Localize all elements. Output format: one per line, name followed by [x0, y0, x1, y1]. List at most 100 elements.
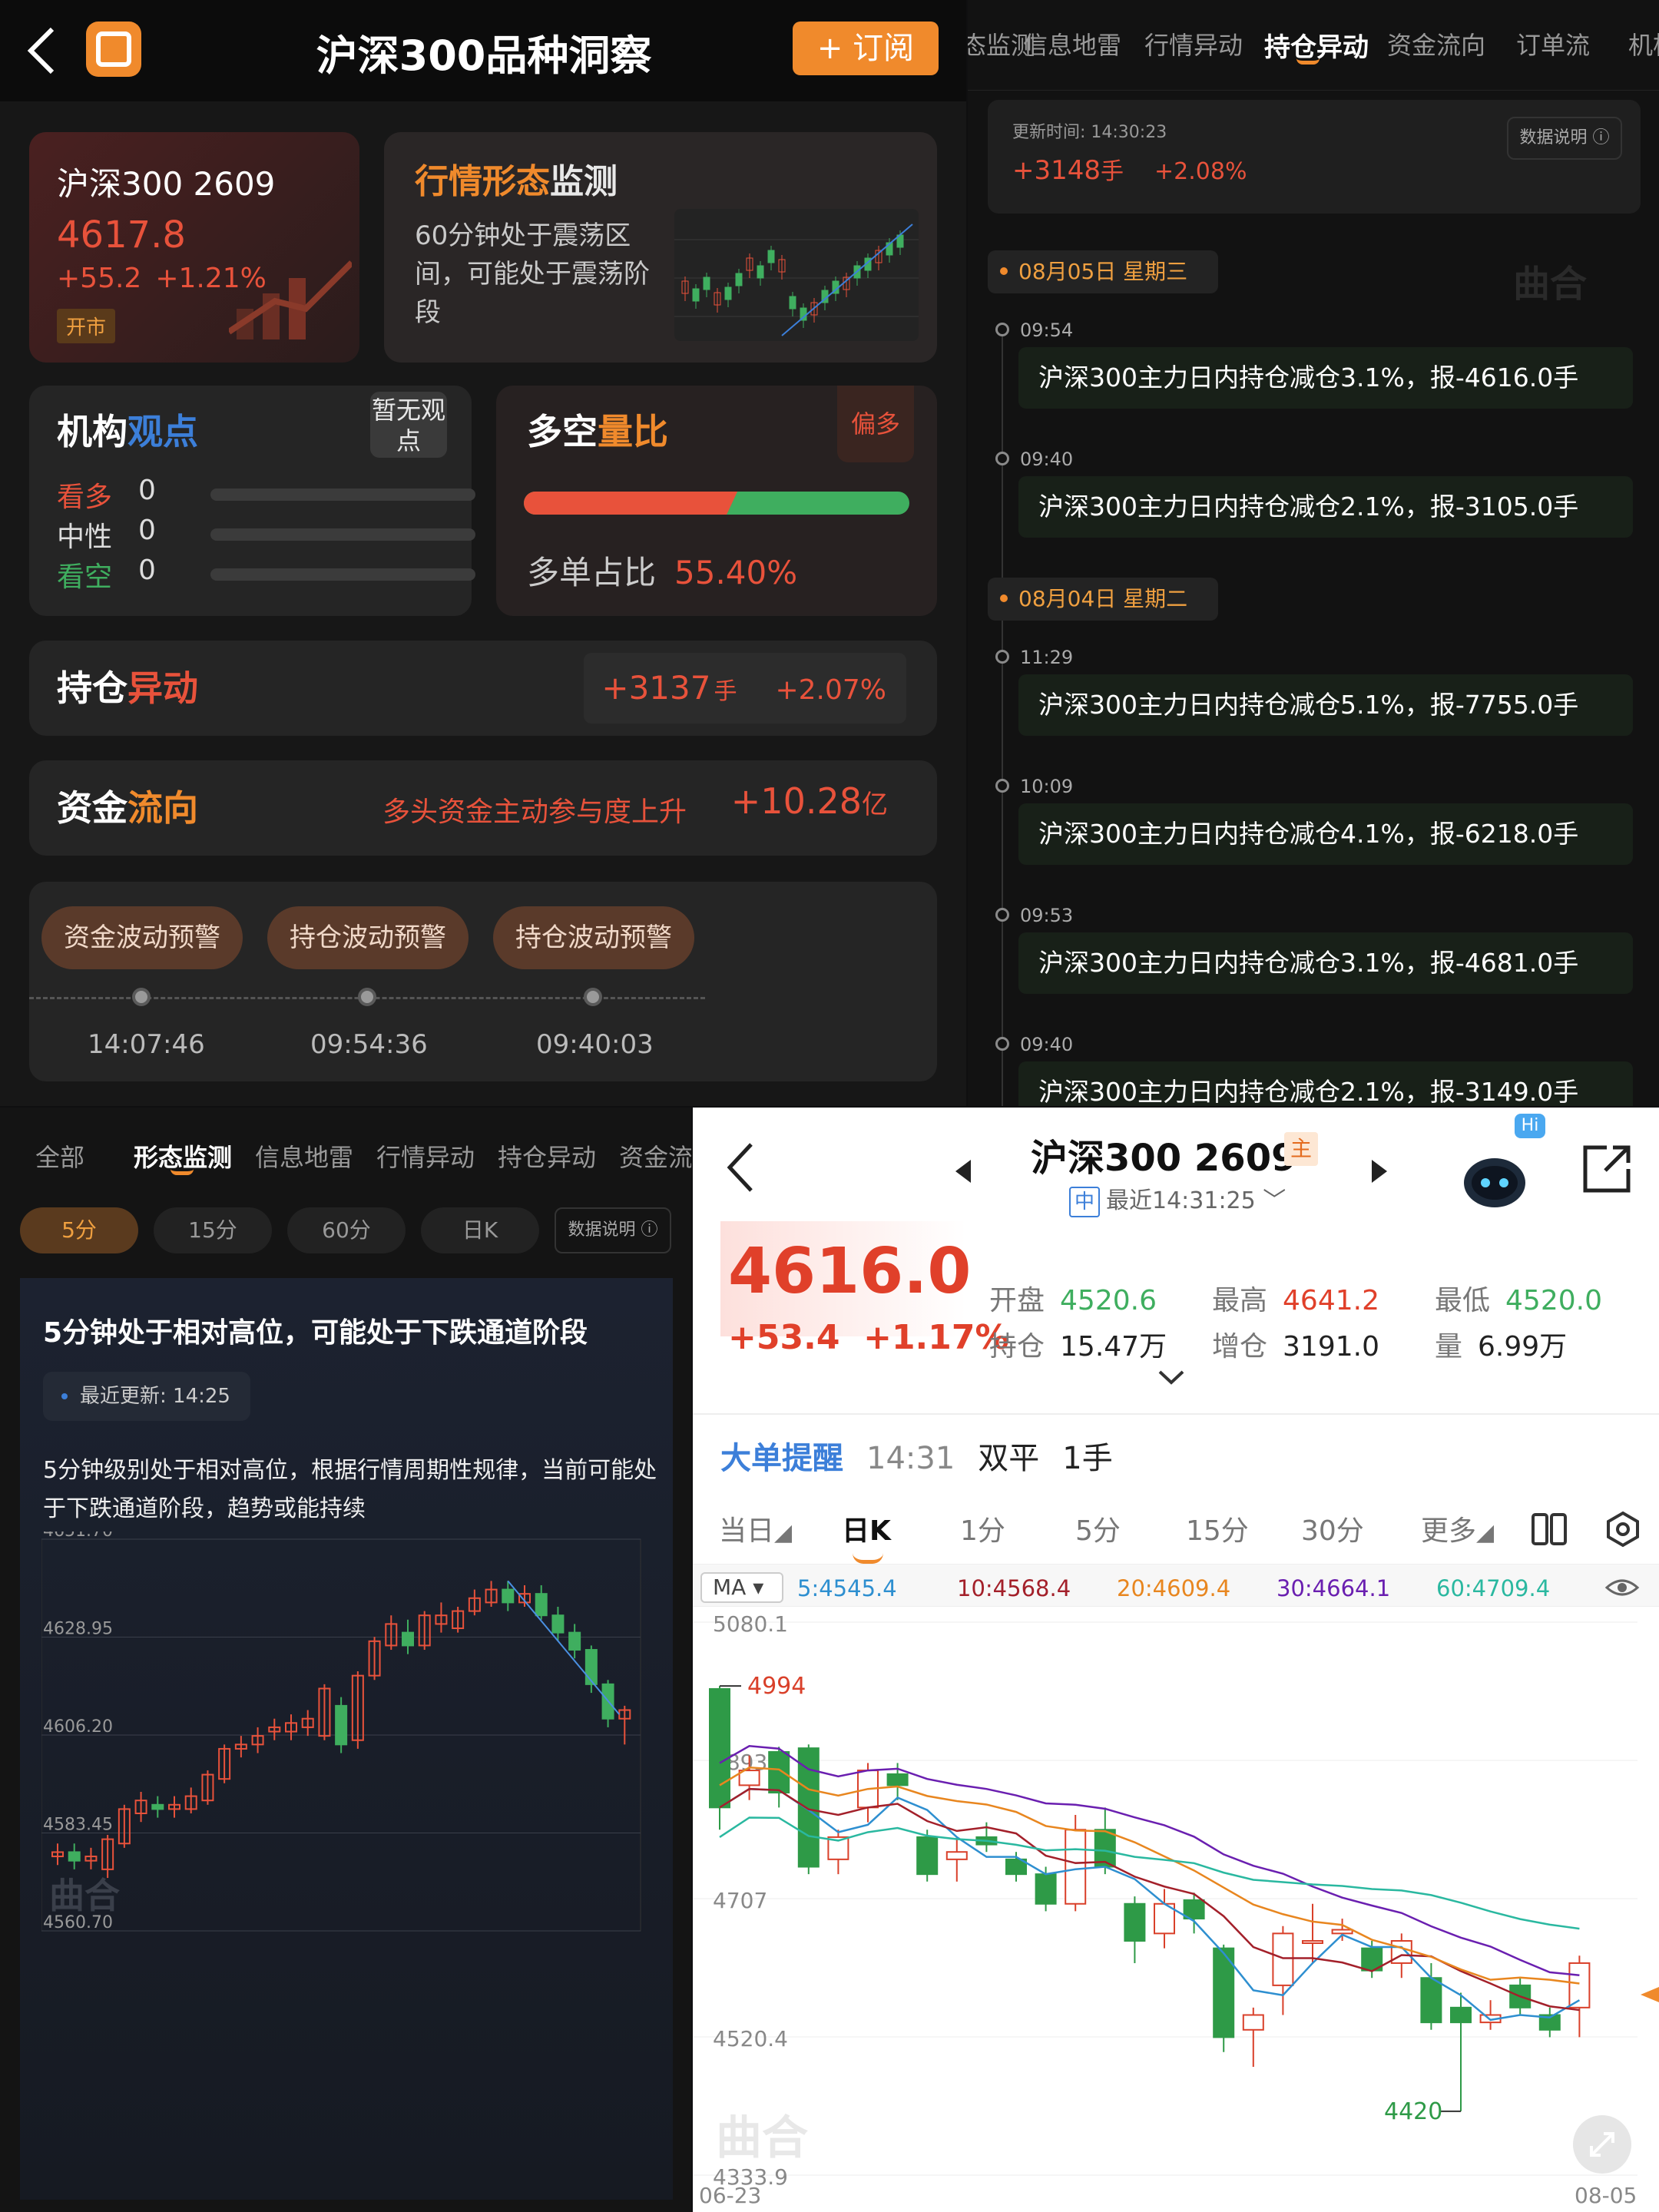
period-more[interactable]: 更多◢	[1421, 1508, 1494, 1548]
pattern-detail-card: 5分钟处于相对高位，可能处于下跌通道阶段 最近更新: 14:25 5分钟级别处于…	[20, 1278, 673, 2200]
timeline-line	[1002, 330, 1003, 1106]
back-arrow-icon[interactable]	[722, 1140, 760, 1194]
long-ratio-fill	[524, 492, 737, 515]
y-tick-label: 4520.4	[713, 2026, 788, 2051]
quote-detail-panel: 沪深300 2609 主 中最近14:31:25 ﹀ Hi 4616.0 +53…	[693, 1108, 1659, 2212]
fund-flow-title: 资金流向	[57, 787, 198, 829]
candle	[1450, 2006, 1472, 2024]
daily-kline-chart[interactable]: 5080.14893.647074520.44333.94994442006-2…	[693, 1607, 1659, 2206]
mini-candle	[703, 276, 710, 290]
prev-contract-icon[interactable]	[954, 1158, 974, 1184]
next-contract-icon[interactable]	[1369, 1158, 1389, 1184]
event-item[interactable]: 沪深300主力日内持仓减仓4.1%，报-6218.0手	[1018, 803, 1633, 865]
period-5m[interactable]: 5分	[1075, 1508, 1121, 1548]
alert-chip[interactable]: 持仓波动预警	[267, 906, 469, 969]
date-header: 08月05日 星期三	[988, 250, 1218, 293]
tab-order-flow[interactable]: 订单流	[1516, 26, 1590, 61]
candle	[1065, 1829, 1087, 1905]
timeline-dot	[995, 650, 1009, 664]
ma-line	[719, 1787, 1581, 2022]
pattern-candlestick-chart: 4651.704628.954606.204583.454560.70曲合	[41, 1532, 641, 1932]
trend-bars-icon	[229, 260, 352, 339]
tab-market-anomaly[interactable]: 行情异动	[1144, 26, 1243, 61]
y-tick-label: 4583.45	[43, 1816, 113, 1835]
period-daily[interactable]: 日K	[421, 1207, 539, 1253]
active-tab-indicator	[171, 1169, 194, 1175]
period-intraday[interactable]: 当日◢	[719, 1508, 792, 1548]
event-item[interactable]: 沪深300主力日内持仓减仓3.1%，报-4616.0手	[1018, 347, 1633, 409]
mini-candle	[757, 265, 764, 279]
alert-time: 14:07:46	[88, 1029, 205, 1060]
period-15m[interactable]: 15分	[154, 1207, 272, 1253]
ma10-value: 10:4568.4	[957, 1575, 1071, 1601]
tab-position-anomaly[interactable]: 持仓异动	[498, 1138, 596, 1174]
split-view-icon[interactable]	[1530, 1510, 1568, 1548]
pattern-monitor-card[interactable]: 行情形态监测 60分钟处于震荡区间，可能处于震荡阶段	[384, 132, 937, 363]
candle	[68, 1851, 81, 1862]
candle	[551, 1614, 565, 1634]
market-status-badge: 开市	[57, 309, 116, 343]
active-period-indicator	[853, 1553, 883, 1564]
tab-info-mine[interactable]: 信息地雷	[255, 1138, 353, 1174]
ma-line	[719, 1766, 1580, 1985]
candle	[797, 1747, 820, 1868]
period-60m[interactable]: 60分	[287, 1207, 406, 1253]
pattern-description: 5分钟级别处于相对高位，根据行情周期性规律，当前可能处于下跌通道阶段，趋势或能持…	[43, 1457, 657, 1522]
quote-card[interactable]: 沪深300 2609 4617.8 +55.2 +1.21% 开市	[29, 132, 359, 363]
long-short-ratio-card[interactable]: 多空量比 偏多 多单占比 55.40%	[496, 386, 937, 616]
contract-name: 沪深300 2609	[57, 165, 276, 203]
date-header: 08月04日 星期二	[988, 578, 1218, 621]
tab-market-anomaly[interactable]: 行情异动	[376, 1138, 475, 1174]
period-15m[interactable]: 15分	[1186, 1508, 1249, 1548]
ma-line	[719, 1816, 1580, 1930]
data-info-button[interactable]: 数据说明 ⓘ	[555, 1207, 671, 1253]
share-icon[interactable]	[1576, 1138, 1637, 1200]
stat-open-interest: 持仓 15.47万	[989, 1331, 1167, 1363]
price-change: +53.4 +1.17%	[728, 1318, 1009, 1357]
tab-info-mine[interactable]: 信息地雷	[1023, 26, 1121, 61]
fund-flow-card[interactable]: 资金流向 多头资金主动参与度上升 +10.28亿	[29, 760, 937, 856]
data-info-button[interactable]: 数据说明 ⓘ	[1507, 117, 1622, 160]
alert-chip[interactable]: 持仓波动预警	[493, 906, 694, 969]
mini-candle	[767, 250, 775, 263]
last-price: 4616.0	[728, 1235, 972, 1308]
event-item[interactable]: 沪深300主力日内持仓减仓2.1%，报-3105.0手	[1018, 476, 1633, 538]
bias-badge: 偏多	[837, 386, 914, 462]
view-row-bearish: 看空 0	[57, 555, 475, 594]
tab-fund-flow[interactable]: 资金流向	[1387, 26, 1485, 61]
ma-line	[719, 1744, 1580, 1976]
latest-time[interactable]: 中最近14:31:25 ﹀	[1069, 1181, 1286, 1217]
position-anomaly-card[interactable]: 持仓异动 +3137 手 +2.07%	[29, 641, 937, 736]
expand-chevron-icon[interactable]	[1157, 1367, 1186, 1387]
event-item[interactable]: 沪深300主力日内持仓减仓3.1%，报-4681.0手	[1018, 932, 1633, 994]
institution-view-card[interactable]: 机构观点 暂无观点 看多 0 中性 0 看空 0	[29, 386, 475, 616]
candle	[886, 1773, 909, 1786]
robot-assistant-icon[interactable]	[1458, 1146, 1532, 1212]
candle	[1035, 1873, 1057, 1905]
period-daily[interactable]: 日K	[842, 1508, 891, 1548]
ma-selector[interactable]: MA ▾	[700, 1572, 783, 1603]
settings-icon[interactable]	[1604, 1510, 1642, 1548]
timeline-dot	[995, 323, 1009, 336]
visibility-eye-icon[interactable]	[1604, 1574, 1641, 1601]
event-item[interactable]: 沪深300主力日内持仓减仓2.1%，报-3149.0手	[1018, 1061, 1633, 1106]
low-label: 4420	[1384, 2098, 1442, 2125]
stat-high: 最高 4641.2	[1212, 1285, 1379, 1316]
event-item[interactable]: 沪深300主力日内持仓减仓5.1%，报-7755.0手	[1018, 674, 1633, 736]
timeline-dot	[995, 1037, 1009, 1051]
period-1m[interactable]: 1分	[960, 1508, 1005, 1548]
back-arrow-icon[interactable]	[22, 23, 68, 77]
tab-all[interactable]: 全部	[35, 1138, 84, 1174]
big-order-alert[interactable]: 大单提醒 14:31 双平 1手	[720, 1433, 1136, 1478]
timeline-dot	[358, 988, 376, 1006]
tab-institution[interactable]: 机构	[1628, 26, 1659, 61]
period-5m[interactable]: 5分	[20, 1207, 138, 1253]
candle	[945, 1851, 968, 1860]
event-time: 09:54	[1020, 320, 1074, 341]
tab-fund-flow[interactable]: 资金流	[619, 1138, 691, 1174]
event-time: 10:09	[1020, 776, 1074, 797]
period-30m[interactable]: 30分	[1301, 1508, 1364, 1548]
alert-chip[interactable]: 资金波动预警	[41, 906, 243, 969]
update-value: +3148手 +2.08%	[1012, 155, 1247, 186]
subscribe-button[interactable]: + 订阅	[793, 22, 939, 75]
